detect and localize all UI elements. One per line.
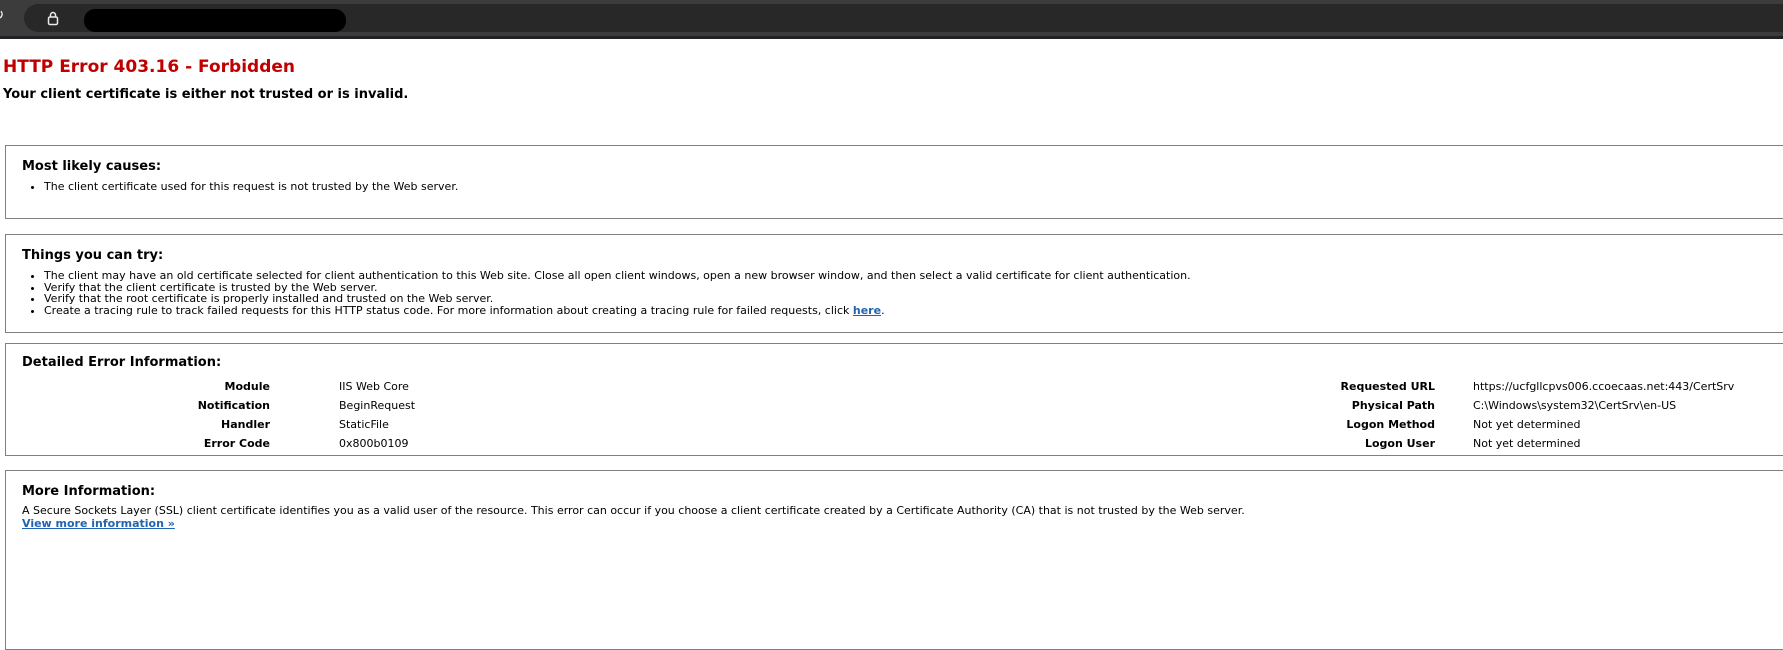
- list-item: Create a tracing rule to track failed re…: [44, 303, 1191, 317]
- page-title: HTTP Error 403.16 - Forbidden: [3, 57, 295, 77]
- list-item: The client may have an old certificate s…: [44, 270, 1191, 282]
- tracing-text: Create a tracing rule to track failed re…: [44, 303, 853, 317]
- detail-value: Not yet determined: [1473, 437, 1581, 450]
- details-grid: Module IIS Web Core Requested URL https:…: [6, 377, 1783, 453]
- try-heading: Things you can try:: [22, 248, 164, 263]
- detail-label: Logon Method: [1346, 418, 1435, 431]
- more-info-section: More Information: A Secure Sockets Layer…: [5, 470, 1783, 650]
- detail-row: Module IIS Web Core Requested URL https:…: [6, 377, 1783, 396]
- causes-heading: Most likely causes:: [22, 159, 162, 174]
- detail-value: StaticFile: [339, 418, 389, 431]
- detail-label: Notification: [197, 399, 270, 412]
- page-subtitle: Your client certificate is either not tr…: [3, 87, 409, 102]
- detail-row: Handler StaticFile Logon Method Not yet …: [6, 415, 1783, 434]
- lock-icon[interactable]: [45, 10, 61, 26]
- browser-toolbar: ↻: [0, 0, 1783, 39]
- tracing-help-link[interactable]: here: [853, 304, 881, 317]
- causes-list: The client certificate used for this req…: [14, 181, 458, 193]
- try-section: Things you can try: The client may have …: [5, 234, 1783, 333]
- details-heading: Detailed Error Information:: [22, 355, 222, 370]
- more-info-heading: More Information:: [22, 484, 156, 499]
- reload-icon[interactable]: ↻: [0, 7, 7, 23]
- detail-value: IIS Web Core: [339, 380, 409, 393]
- detail-value: 0x800b0109: [339, 437, 409, 450]
- detail-value: https://ucfgllcpvs006.ccoecaas.net:443/C…: [1473, 380, 1735, 393]
- list-item: The client certificate used for this req…: [44, 181, 458, 193]
- address-bar[interactable]: [24, 4, 1783, 32]
- causes-section: Most likely causes: The client certifica…: [5, 145, 1783, 219]
- try-list: The client may have an old certificate s…: [14, 270, 1191, 316]
- detail-label: Module: [224, 380, 270, 393]
- detail-label: Error Code: [203, 437, 270, 450]
- detail-label: Requested URL: [1340, 380, 1435, 393]
- detail-value: BeginRequest: [339, 399, 416, 412]
- tracing-end: .: [881, 303, 885, 317]
- view-more-link[interactable]: View more information »: [22, 517, 175, 530]
- detail-label: Physical Path: [1351, 399, 1435, 412]
- detail-value: Not yet determined: [1473, 418, 1581, 431]
- detail-row: Error Code 0x800b0109 Logon User Not yet…: [6, 434, 1783, 453]
- error-page: HTTP Error 403.16 - Forbidden Your clien…: [0, 39, 1783, 650]
- detail-label: Logon User: [1364, 437, 1435, 450]
- more-info-text: A Secure Sockets Layer (SSL) client cert…: [22, 504, 1245, 517]
- detail-label: Handler: [221, 418, 270, 431]
- detail-row: Notification BeginRequest Physical Path …: [6, 396, 1783, 415]
- details-section: Detailed Error Information: Module IIS W…: [5, 343, 1783, 456]
- detail-value: C:\Windows\system32\CertSrv\en-US: [1473, 399, 1677, 412]
- redacted-url: [84, 9, 346, 32]
